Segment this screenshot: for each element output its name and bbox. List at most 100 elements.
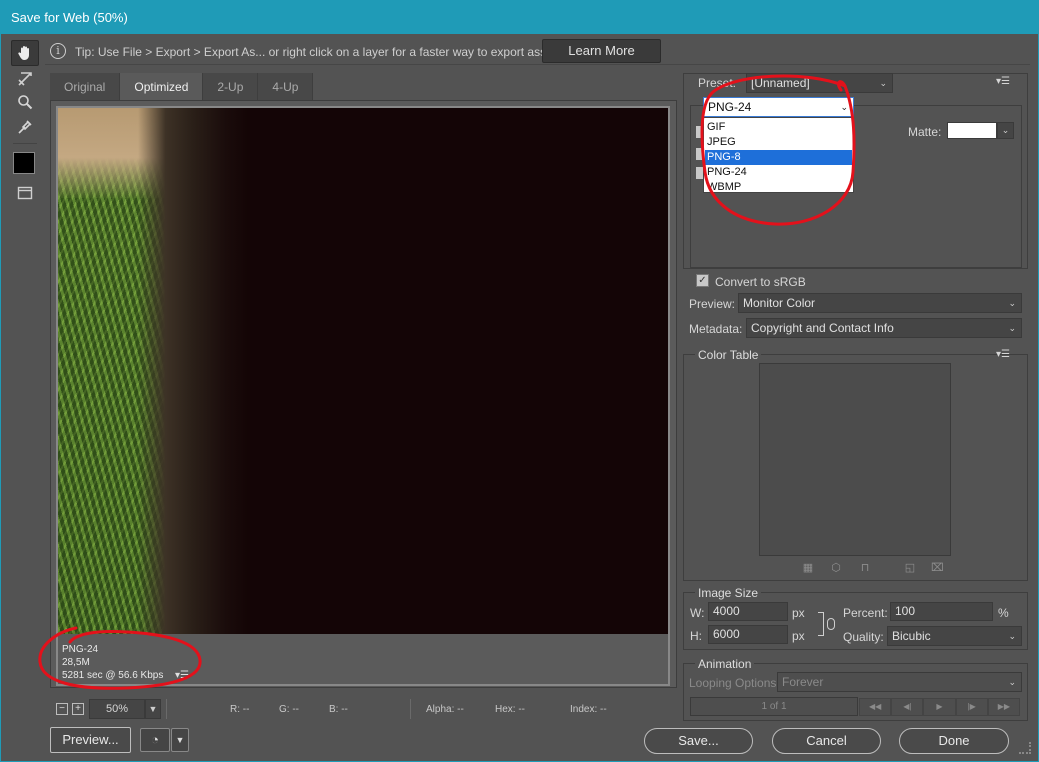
new-color-icon[interactable]: ◱: [904, 562, 916, 574]
percent-field[interactable]: 100: [890, 602, 993, 621]
zoom-tool-icon[interactable]: [11, 89, 39, 115]
chevron-down-icon: ⌄: [840, 102, 848, 112]
matte-label: Matte:: [908, 125, 942, 139]
hand-tool-icon[interactable]: [11, 40, 39, 66]
preview-image: [58, 108, 668, 634]
preview-value: Monitor Color: [743, 296, 816, 310]
preset-select[interactable]: [Unnamed] ⌄: [746, 73, 893, 93]
color-table-menu-icon[interactable]: ▾☰: [996, 349, 1010, 360]
color-table-title: Color Table: [695, 348, 762, 362]
width-unit: px: [792, 606, 805, 620]
format-option-jpeg[interactable]: JPEG: [705, 135, 852, 150]
height-unit: px: [792, 629, 805, 643]
next-frame-icon[interactable]: |▶: [955, 698, 988, 716]
trash-icon[interactable]: ⌧: [931, 562, 944, 574]
frame-counter: 1 of 1: [690, 697, 858, 716]
metadata-value: Copyright and Contact Info: [751, 321, 894, 335]
preset-value: [Unnamed]: [751, 76, 810, 90]
animation-controls: ◀◀ ◀| ▶ |▶ ▶▶: [859, 698, 1021, 716]
quality-label: Quality:: [843, 630, 884, 644]
zoom-level-field[interactable]: 50%: [89, 699, 145, 719]
format-select[interactable]: PNG-24 ⌄: [703, 97, 854, 117]
image-size-title: Image Size: [695, 586, 762, 600]
chevron-down-icon[interactable]: ▼: [171, 728, 189, 752]
tip-bar: i Tip: Use File > Export > Export As... …: [45, 37, 1030, 65]
format-value: PNG-24: [708, 100, 752, 114]
chevron-down-icon[interactable]: ▼: [145, 699, 161, 719]
looping-value: Forever: [782, 675, 824, 689]
format-option-png-8[interactable]: PNG-8: [705, 150, 852, 165]
divider: [166, 699, 167, 719]
toggle-slices-visibility-icon[interactable]: [11, 180, 39, 206]
optimized-preview-pane[interactable]: PNG-24 28,5M 5281 sec @ 56.6 Kbps ▾☰: [56, 106, 670, 686]
resize-grip[interactable]: [1019, 742, 1031, 754]
width-label: W:: [690, 606, 705, 620]
preset-menu-icon[interactable]: ▾☰: [996, 76, 1010, 87]
info-icon: i: [50, 43, 66, 59]
preset-label: Preset:: [698, 76, 737, 90]
eyedropper-color-swatch[interactable]: [13, 152, 35, 174]
chevron-down-icon: ⌄: [1008, 323, 1016, 333]
percent-label: Percent:: [843, 606, 888, 620]
tip-text: Tip: Use File > Export > Export As... or…: [75, 45, 563, 59]
metadata-label: Metadata:: [689, 322, 743, 336]
tab-optimized[interactable]: Optimized: [120, 73, 204, 101]
readout-hex: Hex: --: [495, 704, 525, 715]
window-title: Save for Web (50%): [11, 10, 128, 25]
height-field[interactable]: 6000: [708, 625, 788, 644]
zoom-out-button[interactable]: −: [56, 703, 68, 715]
divider: [410, 699, 411, 719]
quality-select[interactable]: Bicubic ⌄: [887, 626, 1022, 646]
last-frame-icon[interactable]: ▶▶: [987, 698, 1021, 716]
eyedropper-tool-icon[interactable]: [11, 114, 39, 140]
preview-color-select[interactable]: Monitor Color ⌄: [738, 293, 1022, 313]
chevron-down-icon[interactable]: ⌄: [997, 122, 1014, 139]
link-bracket: [818, 612, 824, 636]
matte-color-swatch[interactable]: [947, 122, 997, 139]
view-tabs: Original Optimized 2-Up 4-Up: [50, 73, 314, 101]
cancel-button[interactable]: Cancel: [772, 728, 881, 754]
web-snap-icon[interactable]: ⬡: [830, 562, 842, 574]
info-file-size: 28,5M: [62, 657, 90, 668]
done-button[interactable]: Done: [899, 728, 1009, 754]
animation-title: Animation: [695, 657, 755, 671]
optimization-info: PNG-24 28,5M 5281 sec @ 56.6 Kbps ▾☰: [58, 636, 668, 684]
width-field[interactable]: 4000: [708, 602, 788, 621]
looping-select[interactable]: Forever ⌄: [777, 672, 1022, 692]
readout-b: B: --: [329, 704, 348, 715]
preview-button[interactable]: Preview...: [50, 727, 131, 753]
info-download-time: 5281 sec @ 56.6 Kbps: [62, 670, 164, 681]
format-option-wbmp[interactable]: WBMP: [705, 180, 852, 195]
learn-more-button[interactable]: Learn More: [542, 39, 661, 63]
save-button[interactable]: Save...: [644, 728, 753, 754]
format-dropdown-list: GIF JPEG PNG-8 PNG-24 WBMP: [703, 117, 854, 193]
browser-preview-icon[interactable]: ◔: [140, 728, 170, 752]
tool-strip: [9, 38, 41, 208]
quality-value: Bicubic: [892, 629, 931, 643]
looping-label: Looping Options:: [689, 676, 780, 690]
zoom-in-button[interactable]: +: [72, 703, 84, 715]
tab-2-up[interactable]: 2-Up: [203, 73, 259, 101]
tab-4-up[interactable]: 4-Up: [258, 73, 314, 101]
link-icon[interactable]: [827, 618, 835, 630]
metadata-select[interactable]: Copyright and Contact Info ⌄: [746, 318, 1022, 338]
shadow-gradient: [138, 108, 248, 634]
readout-index: Index: --: [570, 704, 607, 715]
chevron-down-icon: ⌄: [879, 78, 887, 88]
download-speed-menu-icon[interactable]: ▾☰: [175, 670, 189, 681]
readout-alpha: Alpha: --: [426, 704, 464, 715]
chevron-down-icon: ⌄: [1008, 631, 1016, 641]
tool-divider: [13, 143, 37, 144]
convert-srgb-checkbox[interactable]: ✓: [696, 274, 709, 287]
format-option-gif[interactable]: GIF: [705, 120, 852, 135]
format-option-png-24[interactable]: PNG-24: [705, 165, 852, 180]
play-icon[interactable]: ▶: [923, 698, 956, 716]
tab-original[interactable]: Original: [50, 73, 121, 101]
map-transparent-icon[interactable]: ▦: [802, 562, 814, 574]
percent-unit: %: [998, 606, 1009, 620]
lock-color-icon[interactable]: ⊓: [859, 562, 871, 574]
height-label: H:: [690, 629, 702, 643]
preview-label: Preview:: [689, 297, 736, 311]
first-frame-icon[interactable]: ◀◀: [859, 698, 892, 716]
previous-frame-icon[interactable]: ◀|: [891, 698, 924, 716]
